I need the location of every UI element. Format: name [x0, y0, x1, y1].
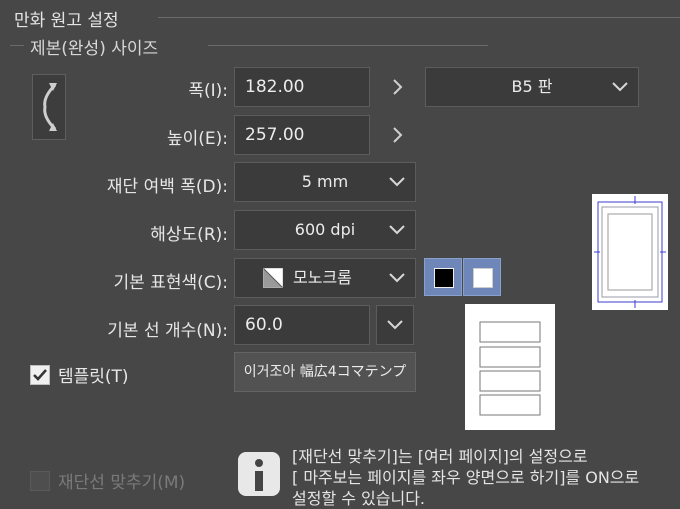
color-mode-label: 기본 표현색(C):	[113, 273, 228, 293]
chevron-down-icon	[389, 273, 405, 283]
height-label: 높이(E):	[166, 129, 228, 149]
info-line-2: [ 마주보는 페이지를 좌우 양면으로 하기]를 ON으로	[292, 468, 640, 487]
trim-align-checkbox-row[interactable]: 재단선 맞추기(M)	[30, 468, 185, 493]
white-color-button[interactable]	[463, 258, 501, 296]
color-mode-value: 모노크롬	[293, 268, 352, 287]
line-count-dropdown-button[interactable]	[376, 305, 414, 345]
subsection-title: 제본(완성) 사이즈	[30, 39, 159, 59]
chevron-down-icon	[389, 177, 405, 187]
chevron-down-icon	[612, 82, 628, 92]
height-arrow-button[interactable]	[386, 124, 408, 150]
subsection-divider-right	[208, 45, 488, 46]
paper-preset-dropdown[interactable]: B5 판	[425, 67, 639, 107]
color-mode-dropdown[interactable]: 모노크롬	[234, 258, 416, 298]
width-arrow-button[interactable]	[386, 76, 408, 102]
chevron-down-icon	[387, 320, 403, 330]
template-checkbox[interactable]	[30, 364, 50, 385]
template-select-button[interactable]: 이거조아 幅広4コマテンプ	[234, 352, 416, 392]
white-swatch	[473, 268, 493, 288]
trim-align-checkbox[interactable]	[30, 470, 50, 491]
width-label: 폭(I):	[188, 81, 228, 101]
resolution-label: 해상도(R):	[150, 225, 228, 245]
width-input[interactable]: 182.00	[234, 67, 370, 107]
section-divider	[158, 17, 680, 18]
chevron-right-icon	[393, 79, 403, 95]
template-checkbox-row[interactable]: 템플릿(T)	[30, 362, 129, 387]
paper-preset-value: B5 판	[511, 77, 553, 96]
bleed-value: 5 mm	[301, 172, 349, 191]
line-count-label: 기본 선 개수(N):	[107, 321, 228, 341]
chevron-down-icon	[389, 225, 405, 235]
info-line-3: 설정할 수 있습니다.	[292, 489, 426, 508]
section-title: 만화 원고 설정	[14, 11, 119, 31]
trim-align-label: 재단선 맞추기(M)	[58, 473, 186, 493]
line-count-input[interactable]: 60.0	[234, 305, 370, 345]
chevron-right-icon	[393, 127, 403, 143]
page-size-preview	[592, 194, 668, 310]
subsection-divider-left	[10, 45, 24, 46]
info-icon	[238, 452, 280, 496]
height-input[interactable]: 257.00	[234, 115, 370, 155]
black-color-button[interactable]	[424, 258, 462, 296]
template-preview	[465, 304, 555, 430]
info-line-1: [재단선 맞추기]는 [여러 페이지]의 설정으로	[292, 447, 588, 466]
swap-arrows-icon	[43, 83, 57, 131]
checkmark-icon	[33, 368, 47, 381]
resolution-value: 600 dpi	[294, 220, 356, 239]
bleed-label: 재단 여백 폭(D):	[106, 177, 228, 197]
black-swatch	[434, 268, 454, 288]
swap-orientation-button[interactable]	[32, 74, 66, 140]
bleed-dropdown[interactable]: 5 mm	[234, 162, 416, 202]
resolution-dropdown[interactable]: 600 dpi	[234, 210, 416, 250]
template-label: 템플릿(T)	[58, 367, 129, 387]
monochrome-icon	[263, 268, 283, 288]
